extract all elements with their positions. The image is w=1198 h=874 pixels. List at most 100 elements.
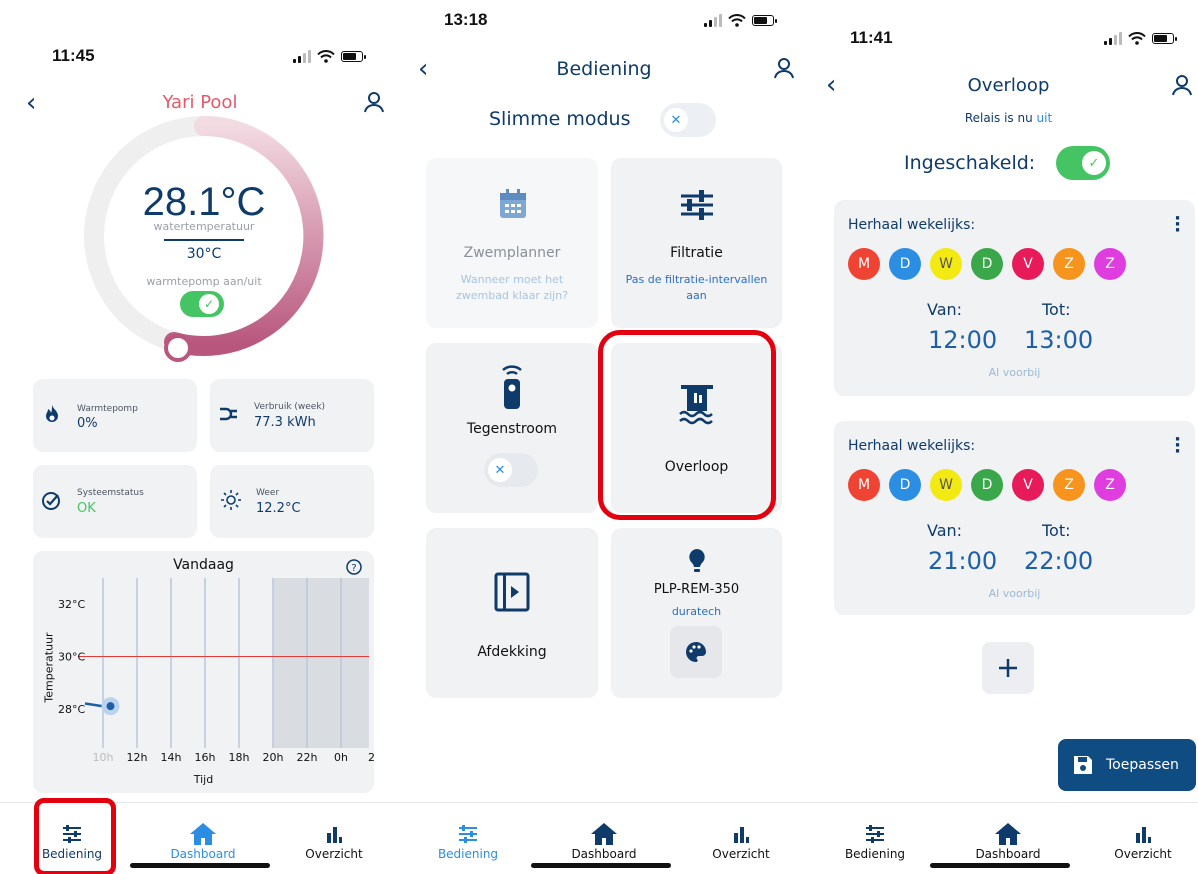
stat-value: 0% [77, 416, 98, 431]
day-toggle[interactable]: Z [1094, 248, 1126, 280]
user-icon[interactable] [772, 56, 796, 80]
nav-overzicht[interactable]: Overzicht [289, 821, 379, 861]
status-icons [293, 50, 366, 63]
enabled-toggle[interactable]: ✓ [1056, 146, 1110, 180]
schedule-card[interactable]: Herhaal wekelijks: · · · M D W D V Z Z Van: Tot: 21:0… [834, 421, 1195, 615]
remote-icon [502, 365, 522, 409]
day-toggle[interactable]: M [848, 248, 880, 280]
nav-dashboard[interactable]: Dashboard [963, 821, 1053, 861]
user-icon[interactable] [1170, 73, 1194, 97]
y-tick-label: 30°C [58, 650, 85, 663]
day-toggle[interactable]: D [971, 248, 1003, 280]
signal-icon [704, 14, 722, 27]
day-toggle[interactable]: D [889, 248, 921, 280]
chart-x-label: Tijd [193, 773, 214, 786]
setpoint-temperature[interactable]: 30°C [0, 246, 400, 262]
check-icon: ✓ [199, 294, 219, 314]
sliders-icon [459, 825, 477, 843]
from-time[interactable]: 12:00 [928, 326, 997, 354]
nav-label: Dashboard [571, 847, 637, 861]
repeat-label: Herhaal wekelijks: [848, 217, 976, 233]
day-toggle[interactable]: W [930, 248, 962, 280]
stat-card-warmtepomp[interactable]: Warmtepomp 0% [33, 379, 197, 452]
close-icon: ✕ [664, 108, 688, 132]
tile-subtitle: Pas de filtratie-intervallen aan [625, 273, 768, 302]
x-tick-label: 18h [229, 751, 250, 764]
schedule-card[interactable]: Herhaal wekelijks: · · · M D W D V Z Z Van: Tot: 12:0… [834, 200, 1195, 396]
add-schedule-button[interactable] [982, 642, 1034, 694]
user-icon[interactable] [362, 90, 386, 114]
nav-overzicht[interactable]: Overzicht [696, 821, 786, 861]
stat-label: Warmtepomp [77, 404, 138, 414]
relay-status: Relais is nu uit [802, 111, 1198, 125]
palette-icon [686, 642, 706, 662]
day-toggle[interactable]: Z [1053, 469, 1085, 501]
status-icons [704, 14, 777, 27]
wifi-icon [728, 14, 746, 27]
flame-icon [46, 405, 58, 422]
stat-card-weer[interactable]: Weer 12.2°C [210, 465, 374, 538]
day-toggle[interactable]: Z [1094, 469, 1126, 501]
stat-label: Weer [256, 488, 280, 498]
y-tick-label: 32°C [58, 598, 85, 611]
smart-mode-label: Slimme modus [489, 108, 631, 130]
nav-label: Bediening [844, 847, 906, 861]
nav-label: Dashboard [975, 847, 1041, 861]
nav-bediening[interactable]: Bediening [423, 821, 513, 861]
tile-tegenstroom[interactable]: Tegenstroom ✕ [426, 343, 598, 513]
nav-label: Bediening [437, 847, 499, 861]
battery-icon [341, 51, 366, 62]
x-tick-label: 14h [161, 751, 182, 764]
x-tick-label: 0h [334, 751, 348, 764]
tegenstroom-toggle[interactable]: ✕ [484, 453, 538, 487]
home-icon [591, 823, 617, 845]
day-toggle[interactable]: D [889, 469, 921, 501]
tile-zwemplanner[interactable]: Zwemplanner Wanneer moet het zwembad kla… [426, 158, 598, 328]
more-vertical-icon[interactable]: · · · [1174, 431, 1181, 461]
stat-card-verbruik[interactable]: Verbruik (week) 77.3 kWh [210, 379, 374, 452]
stat-card-systeemstatus[interactable]: Systeemstatus OK [33, 465, 197, 538]
bar-chart-icon [734, 827, 749, 843]
tile-filtratie[interactable]: Filtratie Pas de filtratie-intervallen a… [611, 158, 782, 328]
tile-afdekking[interactable]: Afdekking [426, 528, 598, 698]
heatpump-toggle[interactable]: ✓ [180, 291, 224, 317]
to-time[interactable]: 13:00 [1024, 326, 1093, 354]
wifi-icon [1128, 32, 1146, 45]
day-toggle[interactable]: Z [1053, 248, 1085, 280]
from-label: Van: [927, 300, 963, 319]
signal-icon [1104, 32, 1122, 45]
water-temperature: 28.1°C [142, 180, 266, 224]
nav-bediening[interactable]: Bediening [830, 821, 920, 861]
stat-label: Verbruik (week) [254, 402, 326, 412]
plug-icon [220, 407, 237, 421]
repeat-label: Herhaal wekelijks: [848, 438, 976, 454]
status-icons [1104, 32, 1177, 45]
wifi-icon [317, 50, 335, 63]
x-tick-label: 16h [195, 751, 216, 764]
nav-dashboard[interactable]: Dashboard [559, 821, 649, 861]
x-tick-label: 12h [127, 751, 148, 764]
nav-overzicht[interactable]: Overzicht [1098, 821, 1188, 861]
tile-title: Zwemplanner [463, 245, 561, 261]
tile-lamp[interactable]: PLP-REM-350 duratech [611, 528, 782, 698]
day-toggle[interactable]: M [848, 469, 880, 501]
apply-button[interactable]: Toepassen [1058, 739, 1196, 791]
more-vertical-icon[interactable]: · · · [1174, 210, 1181, 240]
day-toggle[interactable]: V [1012, 469, 1044, 501]
nav-label: Dashboard [170, 847, 236, 861]
day-toggle[interactable]: V [1012, 248, 1044, 280]
gauge-handle[interactable] [164, 334, 192, 362]
overloop-screen: 11:41 ‹ Overloop Relais is nu uit Ingesc… [802, 0, 1198, 874]
to-time[interactable]: 22:00 [1024, 547, 1093, 575]
nav-dashboard[interactable]: Dashboard [158, 821, 248, 861]
day-toggle[interactable]: D [971, 469, 1003, 501]
smart-mode-toggle[interactable]: ✕ [660, 103, 716, 137]
battery-icon [1152, 33, 1177, 44]
nav-label: Overzicht [1114, 847, 1172, 861]
signal-icon [293, 50, 311, 63]
relay-status-label: Relais is nu [964, 111, 1037, 125]
color-picker-button[interactable] [670, 626, 722, 678]
from-time[interactable]: 21:00 [928, 547, 997, 575]
status-time: 11:41 [850, 28, 893, 47]
day-toggle[interactable]: W [930, 469, 962, 501]
